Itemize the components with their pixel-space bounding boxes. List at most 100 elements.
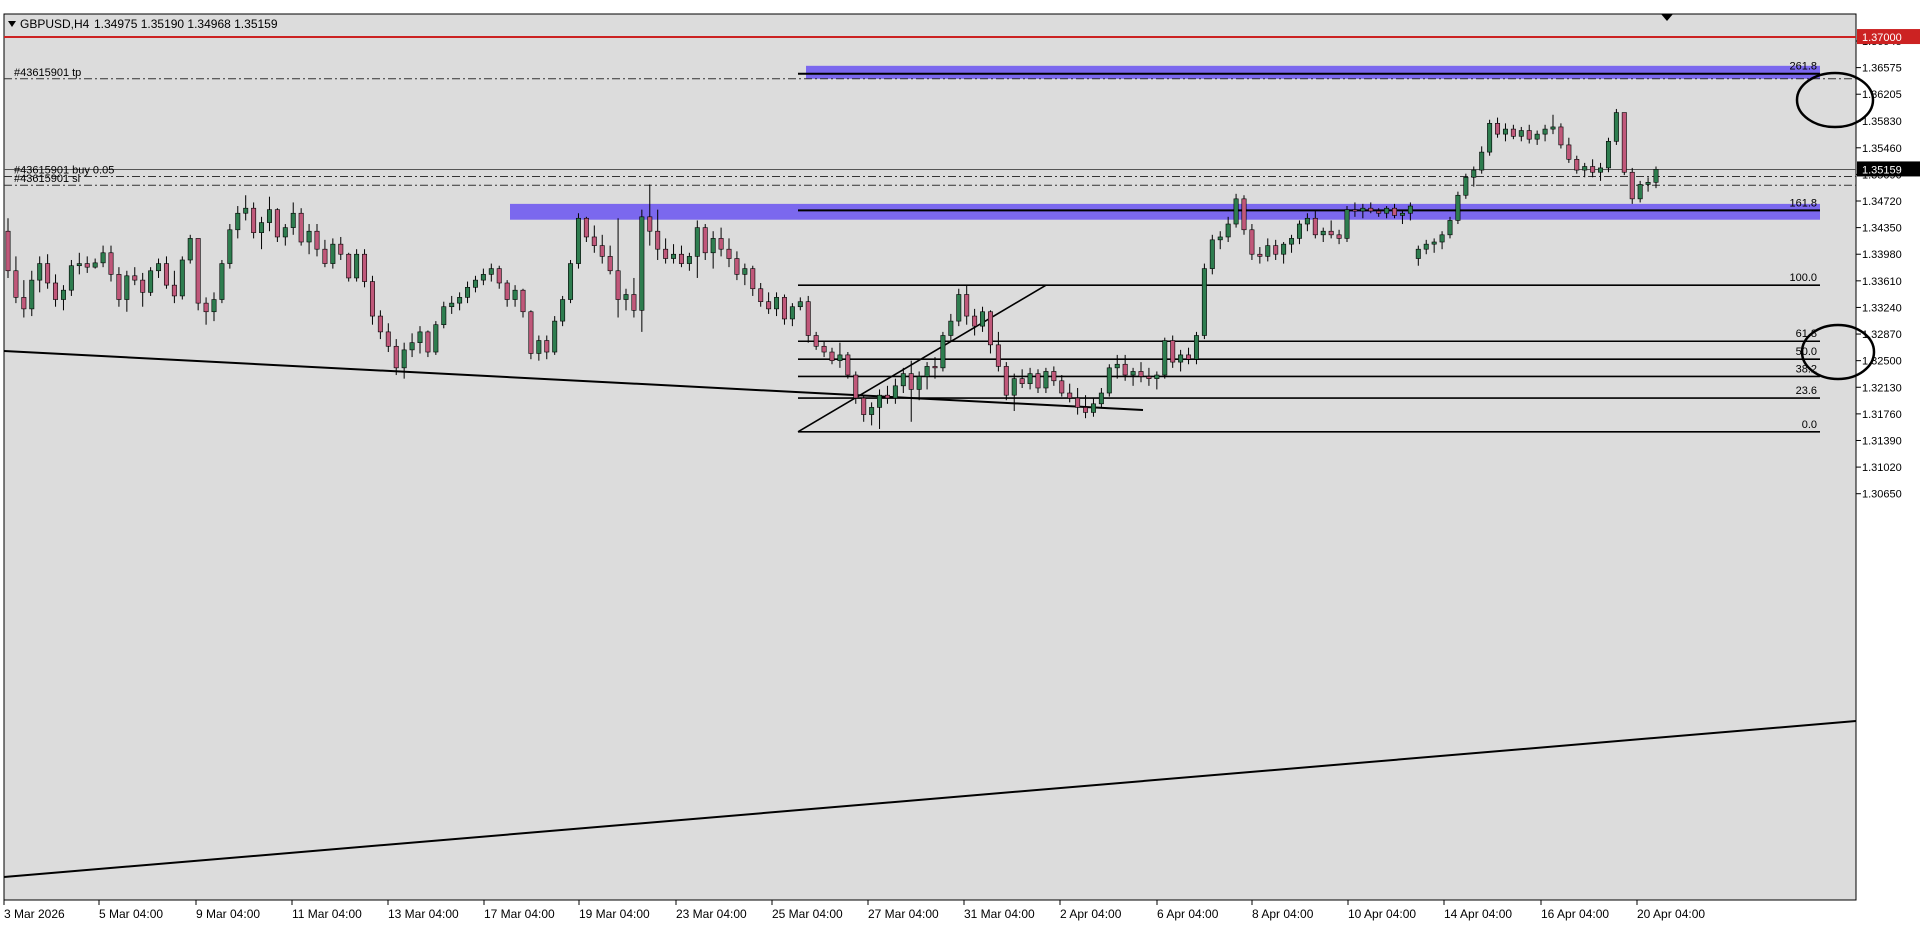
alert-price-label: 1.37000: [1862, 32, 1902, 44]
candle-body: [354, 253, 360, 279]
fib-extension-label-0: 261.8: [1789, 61, 1817, 73]
candle-body: [1534, 133, 1540, 140]
candle-body: [496, 268, 502, 284]
support-zone-1: [510, 203, 1820, 220]
candle-body: [884, 394, 890, 399]
candle-body: [1463, 176, 1469, 196]
candle-body: [1059, 380, 1065, 394]
candle-body: [1431, 241, 1437, 245]
candle-body: [1083, 407, 1089, 413]
candle-body: [417, 331, 423, 343]
candle-body: [964, 294, 970, 317]
candle-body: [615, 270, 621, 300]
candle-body: [148, 270, 154, 293]
candle-body: [583, 217, 589, 238]
chart-header: GBPUSD,H4 1.34975 1.35190 1.34968 1.3515…: [8, 17, 278, 31]
candle-body: [869, 407, 875, 415]
candle-body: [187, 238, 193, 261]
order-line-label-2: #43615901 sl: [14, 173, 80, 185]
candle-body: [1566, 144, 1572, 160]
candle-body: [924, 366, 930, 377]
candle-body: [1399, 212, 1405, 216]
candle-body: [1011, 378, 1017, 396]
candle-body: [60, 289, 66, 300]
candle-body: [1645, 182, 1651, 185]
candle-body: [211, 299, 217, 313]
candle-body: [124, 275, 130, 300]
candle-body: [1598, 167, 1604, 173]
candle-body: [845, 354, 851, 376]
time-tick-label: 3 Mar 2026: [4, 907, 65, 921]
time-tick-label: 31 Mar 04:00: [964, 907, 1035, 921]
candle-body: [1067, 392, 1073, 399]
candle-body: [734, 258, 740, 275]
time-tick-label: 19 Mar 04:00: [579, 907, 650, 921]
candle-body: [639, 216, 645, 311]
candle-body: [1352, 209, 1358, 212]
candle-body: [1376, 210, 1382, 214]
candle-body: [742, 268, 748, 275]
candle-body: [488, 268, 494, 275]
price-tick-label: 1.31760: [1862, 409, 1902, 421]
chart-window[interactable]: #43615901 tp #43615901 buy 0.05 #43615901 …: [0, 0, 1920, 929]
candle-body: [1209, 239, 1215, 269]
candle-body: [1019, 378, 1025, 384]
price-tick-label: 1.32130: [1862, 382, 1902, 394]
candle-body: [1605, 141, 1611, 169]
candle-body: [678, 253, 684, 264]
candle-body: [560, 299, 566, 322]
ohlc-label: 1.34975 1.35190 1.34968 1.35159: [94, 17, 278, 31]
price-tick-label: 1.31390: [1862, 435, 1902, 447]
candle-body: [512, 289, 518, 300]
price-tick-label: 1.30650: [1862, 489, 1902, 501]
candle-body: [726, 248, 732, 259]
candle-body: [116, 274, 122, 300]
candle-body: [13, 270, 19, 298]
candlestick-chart[interactable]: #43615901 tp#43615901 buy 0.05#43615901 …: [0, 0, 1920, 929]
time-tick-label: 6 Apr 04:00: [1157, 907, 1219, 921]
candle-body: [1162, 340, 1168, 376]
candle-body: [972, 315, 978, 327]
candle-body: [298, 212, 304, 243]
price-tick-label: 1.33610: [1862, 276, 1902, 288]
candle-body: [702, 227, 708, 254]
candle-body: [108, 252, 114, 275]
candle-body: [1447, 220, 1453, 236]
candle-body: [552, 320, 558, 353]
candle-body: [29, 279, 35, 310]
candle-body: [1526, 130, 1532, 140]
candle-body: [1360, 207, 1366, 212]
candle-body: [861, 397, 867, 415]
fib-level-label-0: 100.0: [1789, 272, 1817, 284]
candle-body: [1170, 340, 1176, 363]
candle-body: [1193, 335, 1199, 360]
time-tick-label: 2 Apr 04:00: [1060, 907, 1122, 921]
candle-body: [179, 259, 185, 297]
candle-body: [306, 230, 312, 243]
candle-body: [829, 351, 835, 361]
fib-extension-label-1: 161.8: [1789, 197, 1817, 209]
price-tick-label: 1.34350: [1862, 223, 1902, 235]
candle-body: [591, 236, 597, 246]
candle-body: [995, 344, 1001, 367]
candle-body: [465, 287, 471, 298]
candle-body: [750, 268, 756, 290]
plot-area: [3, 13, 1857, 901]
candle-body: [1621, 112, 1627, 173]
candle-body: [1336, 234, 1342, 239]
candle-body: [1106, 367, 1112, 394]
candle-body: [322, 248, 328, 264]
time-tick-label: 16 Apr 04:00: [1541, 907, 1609, 921]
candle-body: [314, 230, 320, 250]
price-tick-label: 1.36575: [1862, 63, 1902, 75]
candle-body: [1289, 238, 1295, 245]
candle-body: [710, 238, 716, 254]
candle-body: [338, 243, 344, 255]
candle-body: [599, 245, 605, 257]
time-tick-label: 13 Mar 04:00: [388, 907, 459, 921]
candle-body: [1098, 392, 1104, 405]
candle-body: [441, 306, 447, 326]
price-tick-label: 1.36205: [1862, 89, 1902, 101]
candle-body: [92, 262, 98, 268]
candle-body: [457, 297, 463, 304]
